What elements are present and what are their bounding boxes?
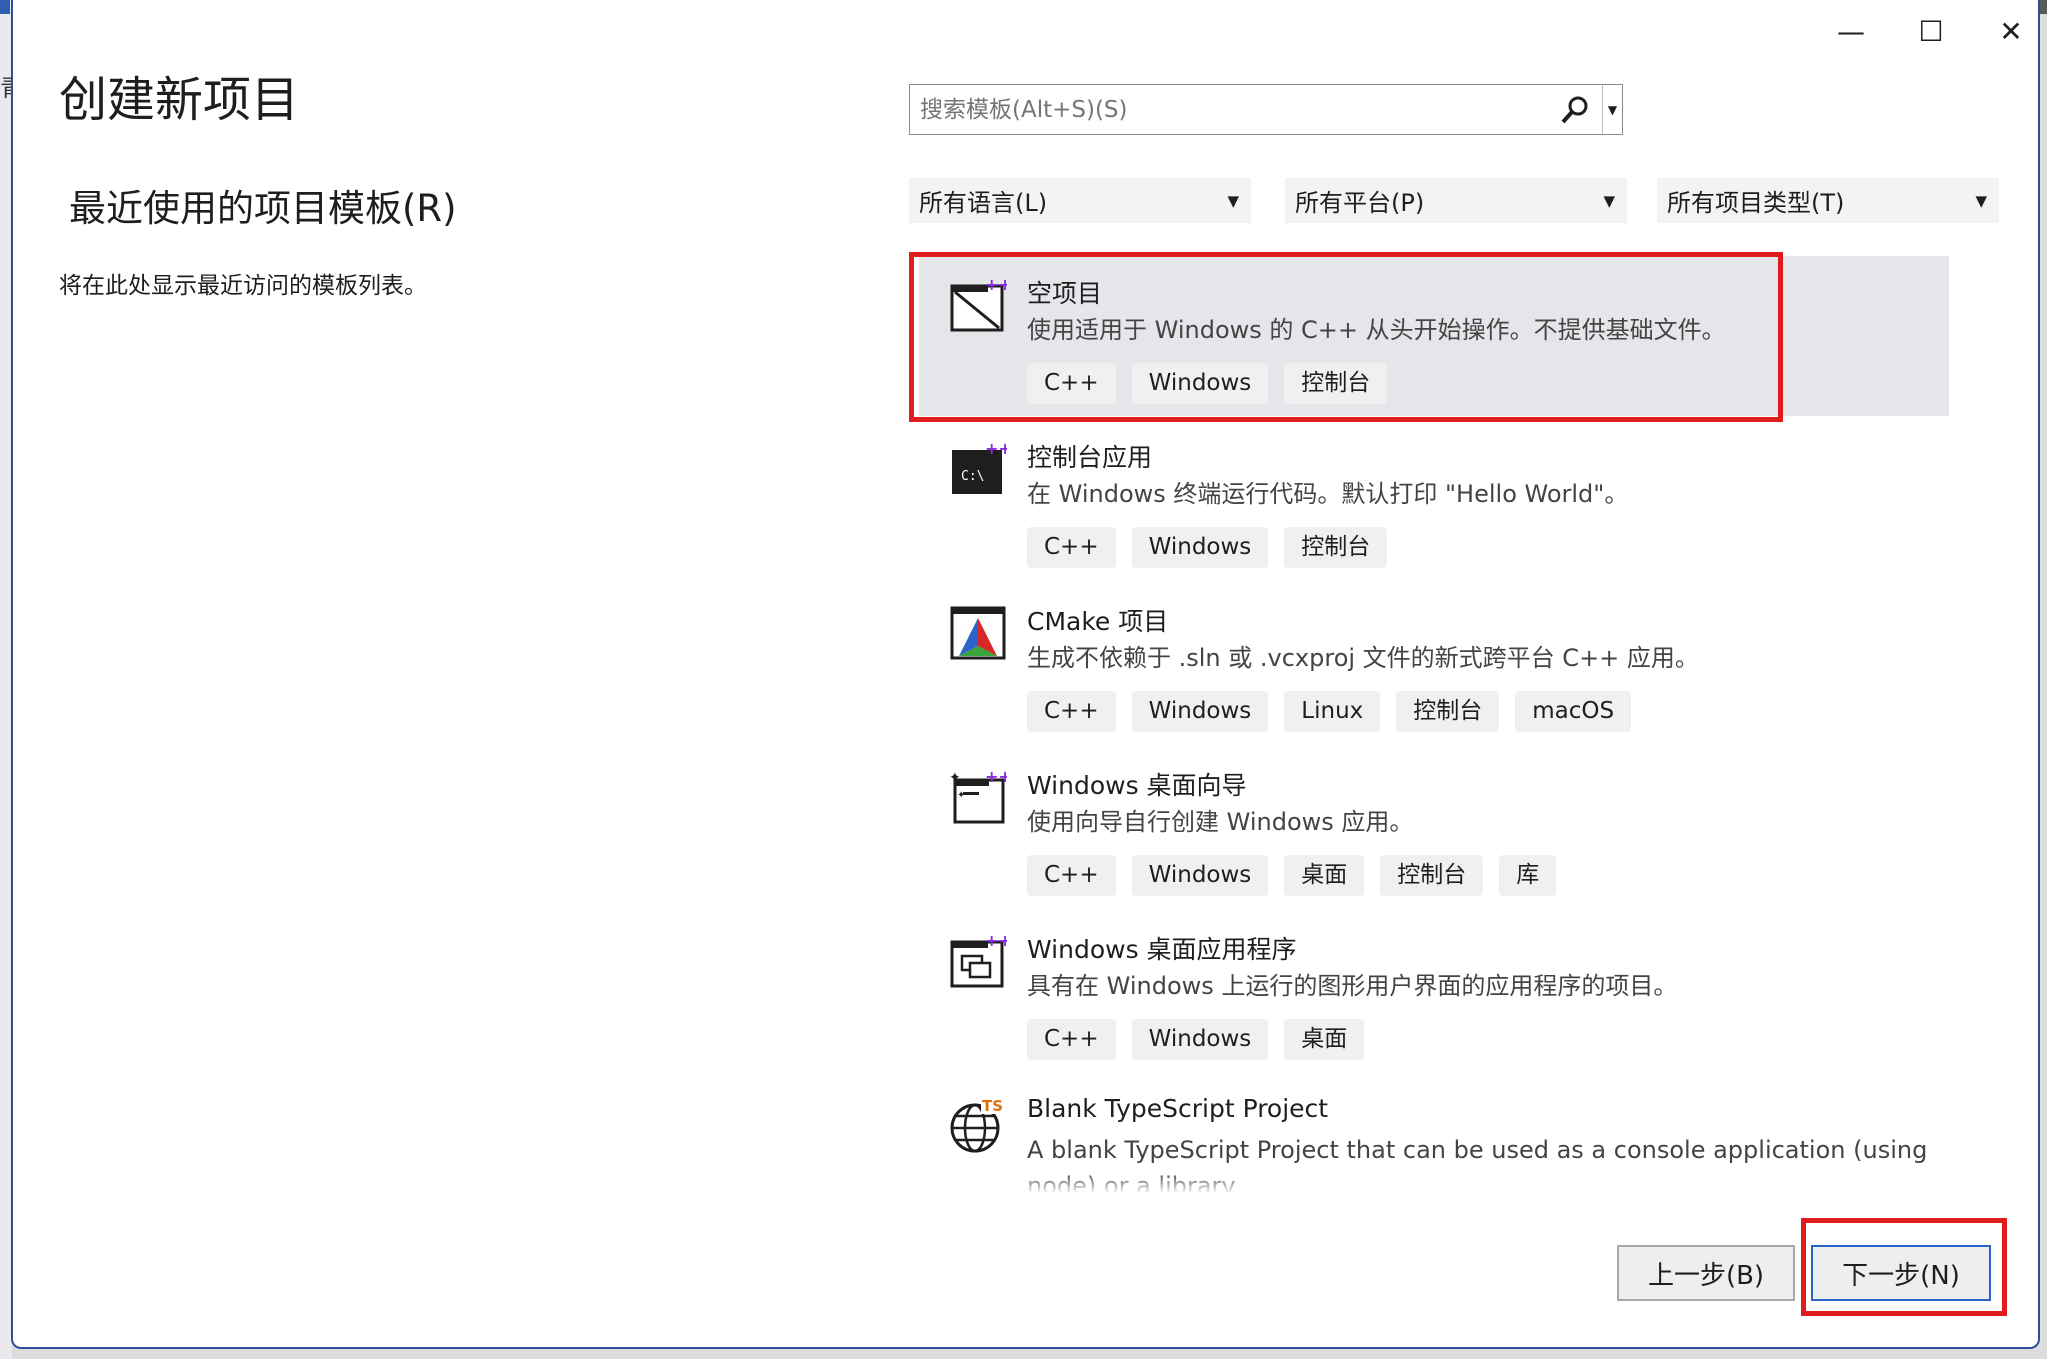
language-filter[interactable]: 所有语言(L) ▼: [909, 178, 1251, 223]
close-button[interactable]: ✕: [1983, 8, 2039, 54]
template-description: 在 Windows 终端运行代码。默认打印 "Hello World"。: [1027, 480, 1629, 508]
project-type-filter[interactable]: 所有项目类型(T) ▼: [1657, 178, 1999, 223]
tag: C++: [1027, 363, 1116, 404]
recent-templates-empty-text: 将在此处显示最近访问的模板列表。: [59, 273, 427, 299]
search-icon[interactable]: [1560, 95, 1602, 125]
caret-down-icon: ▼: [1603, 191, 1615, 210]
project-type-filter-label: 所有项目类型(T): [1667, 189, 1845, 217]
template-description: 使用向导自行创建 Windows 应用。: [1027, 808, 1414, 836]
tag: C++: [1027, 855, 1116, 896]
svg-text:✦: ✦: [957, 790, 965, 801]
caret-down-icon: ▼: [1227, 191, 1239, 210]
template-description: 使用适用于 Windows 的 C++ 从头开始操作。不提供基础文件。: [1027, 316, 1726, 344]
tag: C++: [1027, 527, 1116, 568]
language-filter-label: 所有语言(L): [919, 189, 1048, 217]
page-title: 创建新项目: [59, 72, 300, 128]
template-description: 生成不依赖于 .sln 或 .vcxproj 文件的新式跨平台 C++ 应用。: [1027, 644, 1699, 672]
search-options-dropdown[interactable]: ▼: [1602, 85, 1622, 134]
tag: 控制台: [1284, 527, 1388, 568]
template-cmake-project[interactable]: CMake 项目 生成不依赖于 .sln 或 .vcxproj 文件的新式跨平台…: [919, 584, 1949, 744]
template-description: 具有在 Windows 上运行的图形用户界面的应用程序的项目。: [1027, 972, 1678, 1000]
svg-text:++: ++: [985, 768, 1007, 786]
template-list[interactable]: ++ 空项目 使用适用于 Windows 的 C++ 从头开始操作。不提供基础文…: [919, 256, 1949, 1192]
tag: 控制台: [1396, 691, 1500, 732]
tag: C++: [1027, 691, 1116, 732]
template-name: Windows 桌面向导: [1027, 771, 1247, 800]
tag: Windows: [1131, 527, 1269, 568]
tag: 桌面: [1284, 1019, 1365, 1060]
tag: 控制台: [1380, 855, 1484, 896]
tag: Windows: [1131, 1019, 1269, 1060]
tag: 桌面: [1284, 855, 1365, 896]
svg-text:++: ++: [985, 440, 1007, 458]
maximize-button[interactable]: ☐: [1903, 8, 1959, 54]
desktop-wizard-icon: ++ ✦ ✦: [949, 768, 1007, 826]
svg-text:✦: ✦: [949, 770, 961, 786]
close-icon: ✕: [1999, 14, 2023, 48]
background-app-icon: [0, 0, 10, 14]
tag: macOS: [1515, 691, 1632, 732]
next-button[interactable]: 下一步(N): [1811, 1245, 1991, 1301]
caret-down-icon: ▼: [1607, 102, 1618, 117]
svg-text:++: ++: [985, 276, 1007, 294]
search-box[interactable]: ▼: [909, 84, 1623, 135]
tag: C++: [1027, 1019, 1116, 1060]
console-icon-text: C:\: [961, 469, 984, 484]
back-button[interactable]: 上一步(B): [1617, 1245, 1795, 1301]
template-tags: C++ Windows 桌面: [1027, 1019, 1365, 1060]
cmake-icon: [949, 604, 1007, 662]
template-tags: C++ Windows 控制台: [1027, 527, 1388, 568]
maximize-icon: ☐: [1918, 14, 1944, 48]
typescript-globe-icon: TS: [949, 1096, 1007, 1154]
platform-filter-label: 所有平台(P): [1295, 189, 1425, 217]
search-input[interactable]: [910, 85, 1560, 134]
tag: Linux: [1284, 691, 1381, 732]
recent-templates-heading: 最近使用的项目模板(R): [69, 187, 457, 230]
empty-project-icon: ++: [949, 276, 1007, 334]
template-desktop-app[interactable]: ++ Windows 桌面应用程序 具有在 Windows 上运行的图形用户界面…: [919, 912, 1949, 1072]
template-empty-project[interactable]: ++ 空项目 使用适用于 Windows 的 C++ 从头开始操作。不提供基础文…: [919, 256, 1949, 416]
typescript-icon-text: TS: [982, 1097, 1003, 1115]
minimize-icon: —: [1837, 14, 1865, 48]
list-scroll-fade: [919, 1172, 1949, 1194]
console-app-icon: C:\ ++: [949, 440, 1007, 498]
template-name: 控制台应用: [1027, 443, 1153, 472]
tag: Windows: [1131, 363, 1269, 404]
svg-text:++: ++: [985, 932, 1007, 950]
template-name: Blank TypeScript Project: [1027, 1094, 1329, 1123]
template-name: CMake 项目: [1027, 607, 1169, 636]
tag: 控制台: [1284, 363, 1388, 404]
caret-down-icon: ▼: [1975, 191, 1987, 210]
tag: 库: [1499, 855, 1557, 896]
template-tags: C++ Windows Linux 控制台 macOS: [1027, 691, 1632, 732]
tag: Windows: [1131, 855, 1269, 896]
template-desktop-wizard[interactable]: ++ ✦ ✦ Windows 桌面向导 使用向导自行创建 Windows 应用。…: [919, 748, 1949, 908]
template-name: 空项目: [1027, 279, 1103, 308]
template-name: Windows 桌面应用程序: [1027, 935, 1297, 964]
desktop-app-icon: ++: [949, 932, 1007, 990]
tag: Windows: [1131, 691, 1269, 732]
minimize-button[interactable]: —: [1823, 8, 1879, 54]
create-project-dialog: — ☐ ✕ 创建新项目 最近使用的项目模板(R) 将在此处显示最近访问的模板列表…: [11, 0, 2040, 1349]
platform-filter[interactable]: 所有平台(P) ▼: [1285, 178, 1627, 223]
template-tags: C++ Windows 控制台: [1027, 363, 1388, 404]
template-console-app[interactable]: C:\ ++ 控制台应用 在 Windows 终端运行代码。默认打印 "Hell…: [919, 420, 1949, 580]
template-tags: C++ Windows 桌面 控制台 库: [1027, 855, 1557, 896]
